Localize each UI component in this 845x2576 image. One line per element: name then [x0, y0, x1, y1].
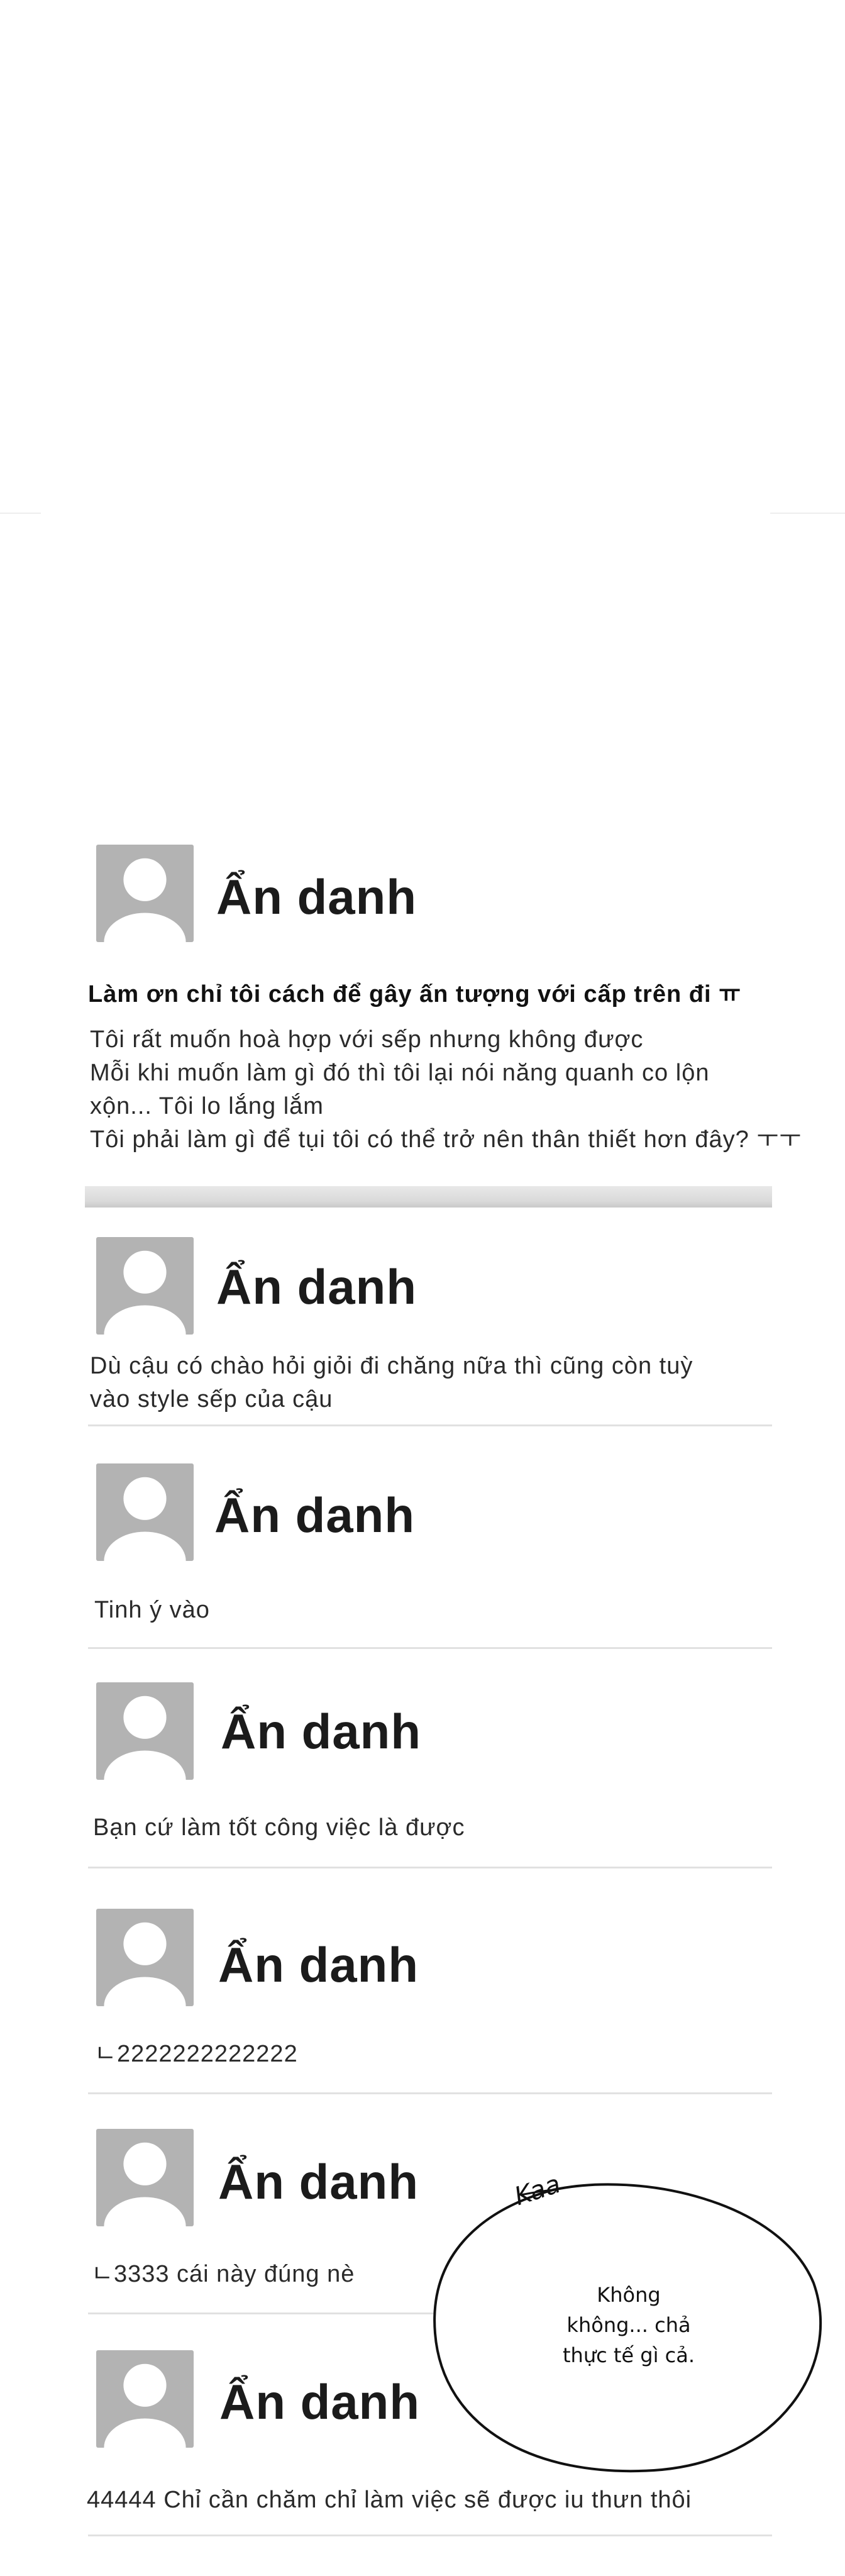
comment-text: Tinh ý vào: [94, 1597, 210, 1623]
default-user-avatar-icon: [104, 2142, 186, 2226]
comment-text: 44444 Chỉ cần chăm chỉ làm việc sẽ được …: [87, 2487, 692, 2513]
comment-author-name: Ẩn danh: [216, 1259, 417, 1314]
speech-line: thực tế gì cả.: [562, 2343, 695, 2367]
speech-bubble-text: Không không... chả thực tế gì cả.: [553, 2280, 704, 2370]
post-body-line: Mỗi khi muốn làm gì đó thì tôi lại nói n…: [90, 1060, 710, 1086]
avatar[interactable]: [96, 1237, 194, 1335]
comment-divider: [88, 2534, 772, 2536]
default-user-avatar-icon: [104, 1250, 186, 1335]
avatar[interactable]: [96, 845, 194, 942]
comment-text: vào style sếp của cậu: [90, 1386, 333, 1413]
post-comments-separator: [85, 1186, 772, 1208]
top-left-hairline: [0, 513, 41, 514]
post-body-line: Tôi rất muốn hoà hợp với sếp nhưng không…: [90, 1026, 644, 1053]
comment-divider: [88, 2312, 453, 2314]
post-author-name: Ẩn danh: [216, 869, 417, 924]
comment-text: Bạn cứ làm tốt công việc là được: [93, 1814, 465, 1841]
comment-text: ㄴ2222222222222: [94, 2041, 298, 2067]
comment-author-name: Ẩn danh: [214, 1487, 415, 1543]
post-body-line: Tôi phải làm gì để tụi tôi có thể trở nê…: [90, 1126, 802, 1153]
comment-author-name: Ẩn danh: [218, 2154, 419, 2209]
top-right-hairline: [770, 513, 845, 514]
comment-author-name: Ẩn danh: [218, 1937, 419, 1992]
avatar[interactable]: [96, 2129, 194, 2226]
avatar[interactable]: [96, 1463, 194, 1561]
speech-line: không... chả: [566, 2313, 691, 2337]
default-user-avatar-icon: [104, 1696, 186, 1780]
avatar[interactable]: [96, 2350, 194, 2448]
avatar[interactable]: [96, 1909, 194, 2006]
default-user-avatar-icon: [104, 2363, 186, 2448]
comment-author-name: Ẩn danh: [221, 1704, 421, 1759]
default-user-avatar-icon: [104, 1477, 186, 1561]
comment-text: Dù cậu có chào hỏi giỏi đi chăng nữa thì…: [90, 1353, 693, 1379]
comment-divider: [88, 1424, 772, 1426]
comment-divider: [88, 1867, 772, 1868]
speech-line: Không: [597, 2283, 661, 2307]
avatar[interactable]: [96, 1682, 194, 1780]
post-title: Làm ơn chỉ tôi cách để gây ấn tượng với …: [88, 981, 742, 1008]
comment-divider: [88, 2092, 772, 2094]
post-body-line: xộn... Tôi lo lắng lắm: [90, 1093, 324, 1119]
comment-text: ㄴ3333 cái này đúng nè: [91, 2261, 355, 2287]
comment-divider: [88, 1647, 772, 1649]
default-user-avatar-icon: [104, 858, 186, 942]
comment-author-name: Ẩn danh: [219, 2374, 420, 2429]
default-user-avatar-icon: [104, 1922, 186, 2006]
